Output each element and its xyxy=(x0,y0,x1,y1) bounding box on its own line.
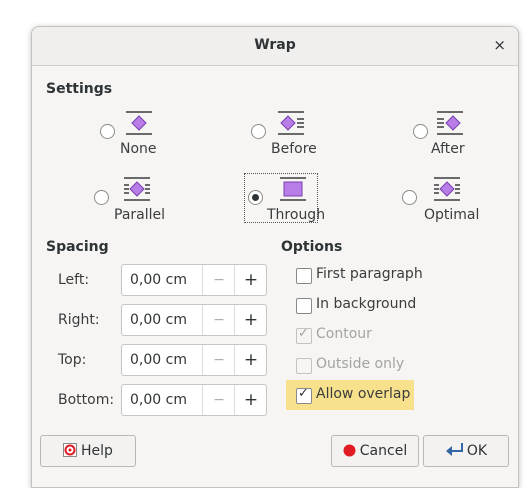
first-paragraph-label[interactable]: First paragraph xyxy=(316,266,423,282)
wrap-option-optimal[interactable]: Optimal xyxy=(402,173,518,233)
wrap-option-optimal-label: Optimal xyxy=(424,207,480,223)
spacing-top-label: Top: xyxy=(58,352,87,368)
wrap-option-through[interactable]: Through xyxy=(248,173,368,233)
wrap-option-parallel-label: Parallel xyxy=(114,207,166,223)
spacing-left-spinner[interactable]: 0,00 cm − + xyxy=(121,264,267,296)
close-icon[interactable]: × xyxy=(493,36,506,54)
options-heading: Options xyxy=(281,239,343,255)
spacing-right-increment-button[interactable]: + xyxy=(234,305,267,335)
spacing-left-label: Left: xyxy=(58,272,90,288)
spacing-right-label: Right: xyxy=(58,312,100,328)
wrap-before-icon xyxy=(278,111,304,135)
radio-none[interactable] xyxy=(100,124,115,139)
spacing-top-decrement-button[interactable]: − xyxy=(202,345,235,375)
cancel-button[interactable]: Cancel xyxy=(331,435,419,467)
spacing-heading: Spacing xyxy=(46,239,109,255)
settings-heading: Settings xyxy=(46,81,113,97)
wrap-option-before-label: Before xyxy=(271,141,317,157)
allow-overlap-checkbox[interactable] xyxy=(296,386,312,404)
outside-only-label: Outside only xyxy=(316,356,405,372)
wrap-option-after-label: After xyxy=(431,141,465,157)
radio-optimal[interactable] xyxy=(402,190,417,205)
ok-button[interactable]: OK xyxy=(423,435,509,467)
spacing-right-value[interactable]: 0,00 cm xyxy=(130,312,187,328)
wrap-option-parallel[interactable]: Parallel xyxy=(94,173,214,233)
wrap-after-icon xyxy=(437,111,463,135)
spacing-top-increment-button[interactable]: + xyxy=(234,345,267,375)
wrap-through-icon xyxy=(280,177,306,201)
wrap-option-none-label: None xyxy=(120,141,157,157)
wrap-option-after[interactable]: After xyxy=(413,107,518,167)
contour-label: Contour xyxy=(316,326,372,342)
radio-through[interactable] xyxy=(248,190,263,205)
spacing-left-value[interactable]: 0,00 cm xyxy=(130,272,187,288)
dialog-title: Wrap xyxy=(254,37,296,53)
wrap-optimal-icon xyxy=(434,177,460,201)
first-paragraph-checkbox[interactable] xyxy=(296,268,312,284)
radio-after[interactable] xyxy=(413,124,428,139)
wrap-none-icon xyxy=(126,111,152,135)
spacing-bottom-increment-button[interactable]: + xyxy=(234,385,267,415)
spacing-bottom-decrement-button[interactable]: − xyxy=(202,385,235,415)
in-background-checkbox[interactable] xyxy=(296,298,312,314)
wrap-parallel-icon xyxy=(124,177,150,201)
outside-only-checkbox xyxy=(296,358,312,374)
spacing-bottom-label: Bottom: xyxy=(58,392,115,408)
spacing-bottom-spinner[interactable]: 0,00 cm − + xyxy=(121,384,267,416)
wrap-option-before[interactable]: Before xyxy=(251,107,371,167)
wrap-option-none[interactable]: None xyxy=(100,107,220,167)
spacing-top-value[interactable]: 0,00 cm xyxy=(130,352,187,368)
spacing-top-spinner[interactable]: 0,00 cm − + xyxy=(121,344,267,376)
help-button[interactable]: Help xyxy=(40,435,136,467)
radio-before[interactable] xyxy=(251,124,266,139)
wrap-option-through-label: Through xyxy=(267,207,326,223)
spacing-right-spinner[interactable]: 0,00 cm − + xyxy=(121,304,267,336)
cancel-button-label: Cancel xyxy=(359,443,408,459)
ok-button-label: OK xyxy=(466,443,488,459)
help-button-label: Help xyxy=(81,443,113,459)
spacing-left-decrement-button[interactable]: − xyxy=(202,265,235,295)
in-background-label[interactable]: In background xyxy=(316,296,416,312)
allow-overlap-label[interactable]: Allow overlap xyxy=(316,386,410,402)
enter-arrow-icon xyxy=(445,443,463,456)
spacing-left-increment-button[interactable]: + xyxy=(234,265,267,295)
help-icon xyxy=(63,443,78,457)
wrap-dialog: Wrap × Settings None Before After Parall… xyxy=(31,26,519,488)
contour-checkbox xyxy=(296,326,312,344)
cancel-icon xyxy=(343,444,356,457)
title-bar: Wrap × xyxy=(32,27,518,66)
spacing-right-decrement-button[interactable]: − xyxy=(202,305,235,335)
spacing-bottom-value[interactable]: 0,00 cm xyxy=(130,392,187,408)
radio-parallel[interactable] xyxy=(94,190,109,205)
